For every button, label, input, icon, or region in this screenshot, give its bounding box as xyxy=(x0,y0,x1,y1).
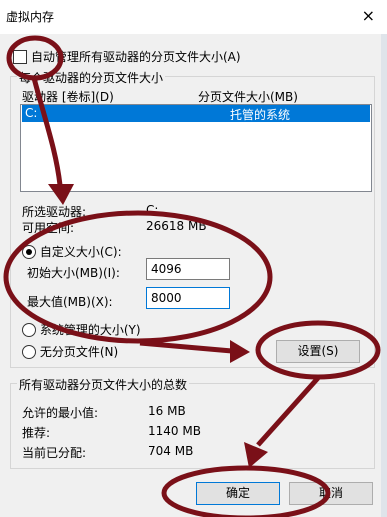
cancel-button[interactable]: 取消 xyxy=(289,482,373,505)
drive-list-row[interactable]: C: 托管的系统 xyxy=(22,105,370,122)
size-cell: 托管的系统 xyxy=(230,108,291,122)
system-managed-radio[interactable] xyxy=(22,322,36,337)
custom-size-radio-row[interactable]: 自定义大小(C): xyxy=(22,243,122,260)
initial-size-input[interactable]: 4096 xyxy=(146,258,230,280)
ok-button[interactable]: 确定 xyxy=(196,482,280,505)
title-bar: 虚拟内存 × xyxy=(0,0,387,34)
available-space-value: 26618 MB xyxy=(146,219,207,233)
initial-size-label: 初始大小(MB)(I): xyxy=(27,266,120,280)
custom-size-radio[interactable] xyxy=(22,244,36,259)
selected-drive-value: C: xyxy=(146,203,159,217)
totals-group-title: 所有驱动器分页文件大小的总数 xyxy=(17,376,190,393)
max-size-input[interactable]: 8000 xyxy=(146,287,230,309)
set-button[interactable]: 设置(S) xyxy=(276,340,360,363)
selected-drive-label: 所选驱动器: xyxy=(22,205,87,219)
system-managed-radio-row[interactable]: 系统管理的大小(Y) xyxy=(22,321,141,338)
no-paging-radio[interactable] xyxy=(22,344,36,359)
min-allowed-label: 允许的最小值: xyxy=(22,406,99,420)
column-drive-header: 驱动器 [卷标](D) xyxy=(22,90,114,104)
drive-cell: C: xyxy=(25,106,38,120)
max-size-label: 最大值(MB)(X): xyxy=(27,295,113,309)
auto-manage-label: 自动管理所有驱动器的分页文件大小(A) xyxy=(31,50,241,64)
allocated-label: 当前已分配: xyxy=(22,446,87,460)
auto-manage-checkbox[interactable] xyxy=(13,49,27,64)
min-allowed-value: 16 MB xyxy=(148,404,186,418)
no-paging-label: 无分页文件(N) xyxy=(39,345,119,359)
window-title: 虚拟内存 xyxy=(6,10,55,24)
custom-size-label: 自定义大小(C): xyxy=(39,245,122,259)
allocated-value: 704 MB xyxy=(148,444,194,458)
system-managed-label: 系统管理的大小(Y) xyxy=(39,323,141,337)
no-paging-radio-row[interactable]: 无分页文件(N) xyxy=(22,343,118,360)
close-icon[interactable]: × xyxy=(362,6,375,25)
recommended-value: 1140 MB xyxy=(148,424,201,438)
available-space-label: 可用空间: xyxy=(22,221,75,235)
background-window-edge xyxy=(381,34,387,517)
auto-manage-checkbox-row[interactable]: 自动管理所有驱动器的分页文件大小(A) xyxy=(13,48,241,65)
drive-group-title: 每个驱动器的分页文件大小 xyxy=(17,69,166,86)
drive-list[interactable]: C: 托管的系统 xyxy=(20,104,372,192)
recommended-label: 推荐: xyxy=(22,426,51,440)
column-size-header: 分页文件大小(MB) xyxy=(198,90,298,104)
